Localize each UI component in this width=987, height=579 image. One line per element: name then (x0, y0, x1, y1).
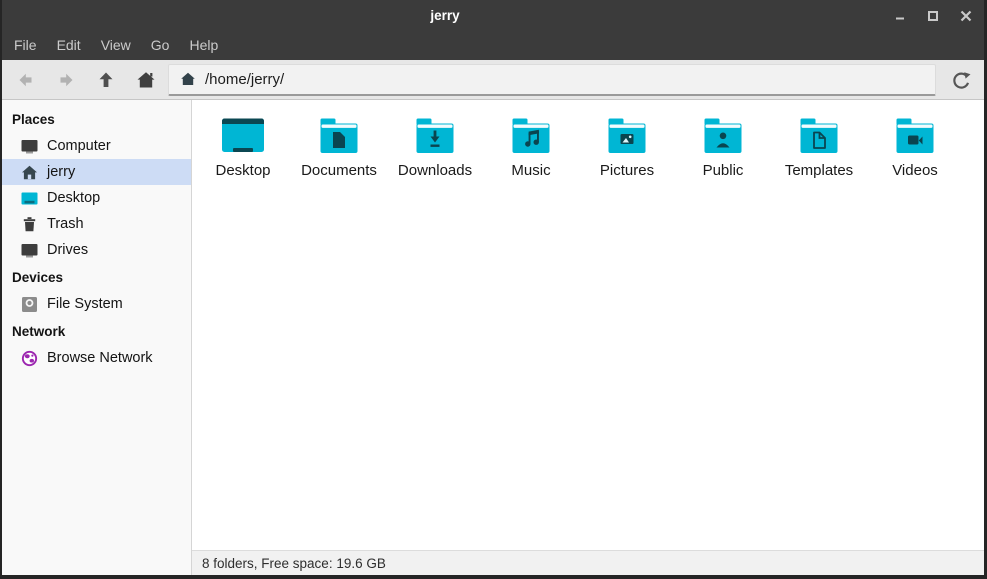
file-item-label: Desktop (215, 162, 270, 179)
file-item-documents[interactable]: Documents (291, 109, 387, 179)
back-arrow-icon (15, 69, 37, 91)
address-bar[interactable]: /home/jerry/ (168, 64, 936, 96)
sidebar-item-drives[interactable]: Drives (2, 237, 191, 263)
file-item-pictures[interactable]: Pictures (579, 109, 675, 179)
file-item-templates[interactable]: Templates (771, 109, 867, 179)
maximize-icon (925, 8, 941, 24)
computer-icon (21, 138, 38, 155)
file-item-public[interactable]: Public (675, 109, 771, 179)
file-item-label: Public (703, 162, 744, 179)
maximize-button[interactable] (923, 6, 943, 26)
file-item-videos[interactable]: Videos (867, 109, 963, 179)
sidebar-item-trash[interactable]: Trash (2, 211, 191, 237)
close-button[interactable] (956, 6, 976, 26)
window-body: Places Computer jerry (2, 100, 984, 575)
forward-arrow-icon (55, 69, 77, 91)
menu-go[interactable]: Go (141, 31, 180, 60)
sidebar-item-label: File System (47, 296, 123, 312)
file-view[interactable]: Desktop Documents (192, 100, 984, 550)
home-button[interactable] (126, 63, 166, 97)
forward-button[interactable] (46, 63, 86, 97)
desktop-folder-icon (221, 117, 265, 155)
desktop-monitor-icon (21, 190, 38, 207)
file-item-label: Videos (892, 162, 938, 179)
documents-folder-icon (317, 117, 361, 155)
minimize-button[interactable] (890, 6, 910, 26)
videos-folder-icon (893, 117, 937, 155)
toolbar: /home/jerry/ (2, 60, 984, 100)
file-item-label: Music (511, 162, 550, 179)
file-item-music[interactable]: Music (483, 109, 579, 179)
sidebar-item-label: jerry (47, 164, 75, 180)
filesystem-drive-icon (21, 296, 38, 313)
file-item-label: Pictures (600, 162, 654, 179)
back-button[interactable] (6, 63, 46, 97)
menu-view[interactable]: View (91, 31, 141, 60)
sidebar-item-browse-network[interactable]: Browse Network (2, 345, 191, 371)
sidebar-item-jerry[interactable]: jerry (2, 159, 191, 185)
window-controls (890, 0, 976, 31)
sidebar: Places Computer jerry (2, 100, 192, 575)
sidebar-header-devices: Devices (2, 263, 191, 291)
window-title: jerry (2, 0, 888, 31)
current-path[interactable]: /home/jerry/ (205, 71, 284, 88)
sidebar-header-places: Places (2, 105, 191, 133)
refresh-icon (950, 69, 972, 91)
sidebar-item-label: Trash (47, 216, 84, 232)
sidebar-item-computer[interactable]: Computer (2, 133, 191, 159)
public-folder-icon (701, 117, 745, 155)
menu-bar: File Edit View Go Help (2, 31, 984, 60)
status-bar: 8 folders, Free space: 19.6 GB (192, 550, 984, 575)
sidebar-header-network: Network (2, 317, 191, 345)
home-icon (21, 164, 38, 181)
sidebar-item-label: Drives (47, 242, 88, 258)
minimize-icon (892, 8, 908, 24)
downloads-folder-icon (413, 117, 457, 155)
network-globe-icon (21, 350, 38, 367)
menu-edit[interactable]: Edit (47, 31, 91, 60)
pictures-folder-icon (605, 117, 649, 155)
close-icon (958, 8, 974, 24)
up-button[interactable] (86, 63, 126, 97)
drives-icon (21, 242, 38, 259)
up-arrow-icon (95, 69, 117, 91)
path-home-icon (180, 71, 196, 87)
refresh-button[interactable] (944, 63, 978, 97)
sidebar-item-label: Computer (47, 138, 111, 154)
file-item-downloads[interactable]: Downloads (387, 109, 483, 179)
main-column: Desktop Documents (192, 100, 984, 575)
file-item-desktop[interactable]: Desktop (195, 109, 291, 179)
sidebar-item-label: Browse Network (47, 350, 153, 366)
file-item-label: Templates (785, 162, 853, 179)
status-text: 8 folders, Free space: 19.6 GB (202, 556, 386, 571)
templates-folder-icon (797, 117, 841, 155)
sidebar-item-label: Desktop (47, 190, 100, 206)
music-folder-icon (509, 117, 553, 155)
trash-icon (21, 216, 38, 233)
menu-help[interactable]: Help (179, 31, 228, 60)
sidebar-item-desktop[interactable]: Desktop (2, 185, 191, 211)
file-item-label: Downloads (398, 162, 472, 179)
sidebar-item-file-system[interactable]: File System (2, 291, 191, 317)
menu-file[interactable]: File (4, 31, 47, 60)
home-icon (135, 69, 157, 91)
file-item-label: Documents (301, 162, 377, 179)
title-bar[interactable]: jerry (2, 0, 984, 31)
file-manager-window: jerry File Edit View Go Help (0, 0, 987, 579)
